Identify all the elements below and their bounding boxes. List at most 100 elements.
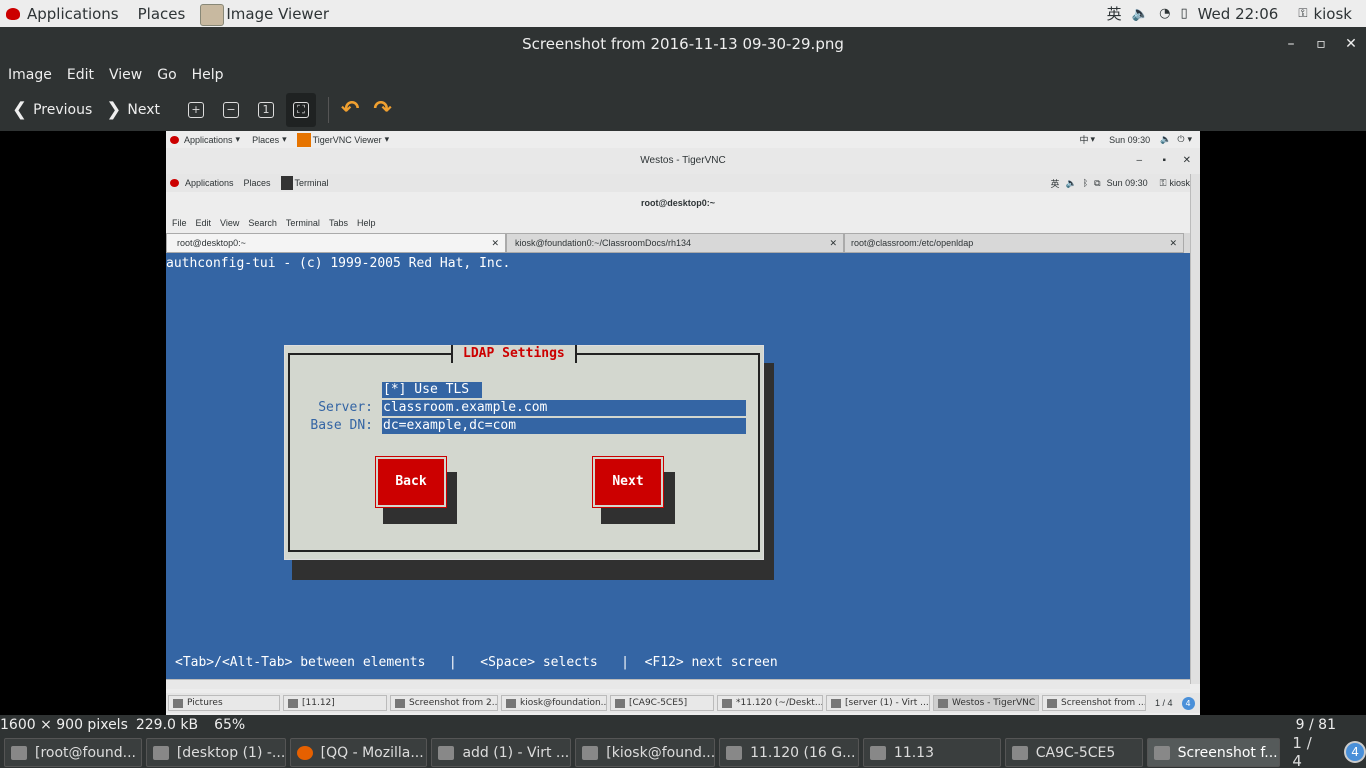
task-add-virt[interactable]: add (1) - Virt ... xyxy=(431,738,572,767)
remote-lang[interactable]: 英 xyxy=(1051,177,1060,190)
term-menu-edit[interactable]: Edit xyxy=(196,218,212,228)
places-menu[interactable]: Places xyxy=(138,0,186,27)
ldap-settings-dialog: LDAP Settings [*] Use TLS Server: classr… xyxy=(284,345,764,560)
term-menu-help[interactable]: Help xyxy=(357,218,376,228)
remote-places[interactable]: Places xyxy=(244,178,271,188)
inner-task-pictures[interactable]: Pictures xyxy=(168,695,280,711)
terminal-scrollbar[interactable] xyxy=(1190,174,1200,684)
vnc-close-button[interactable]: ✕ xyxy=(1183,148,1191,174)
dialog-title: LDAP Settings xyxy=(451,345,577,363)
close-button[interactable]: ✕ xyxy=(1342,27,1360,62)
folder-icon xyxy=(869,745,886,760)
term-menu-file[interactable]: File xyxy=(172,218,187,228)
terminal-content[interactable]: authconfig-tui - (c) 1999-2005 Red Hat, … xyxy=(166,253,1190,679)
task-root-foundation[interactable]: [root@found... xyxy=(4,738,142,767)
toolbar: ❮ Previous ❯ Next + − 1 ⛶ ↶ ↷ xyxy=(0,88,1366,131)
rotate-left-button[interactable]: ↶ xyxy=(341,88,359,131)
vnc-titlebar[interactable]: Westos - TigerVNC – ▪ ✕ xyxy=(166,148,1200,174)
tab-close-icon[interactable]: ✕ xyxy=(829,238,837,249)
inner-workspace-badge[interactable]: 4 xyxy=(1181,696,1195,710)
term-menu-terminal[interactable]: Terminal xyxy=(286,218,320,228)
inner-clock[interactable]: Sun 09:30 xyxy=(1109,135,1150,145)
inner-task-ca9c[interactable]: [CA9C-5CE5] xyxy=(610,695,714,711)
user-menu[interactable]: ⚿ kiosk xyxy=(1298,0,1352,27)
menu-bar: Image Edit View Go Help xyxy=(0,62,1366,88)
inner-task-kiosk-foundation[interactable]: kiosk@foundation... xyxy=(501,695,607,711)
back-button[interactable]: Back xyxy=(375,456,447,508)
menu-go[interactable]: Go xyxy=(157,67,176,83)
previous-button[interactable]: ❮ Previous xyxy=(12,88,92,131)
window-titlebar[interactable]: Screenshot from 2016-11-13 09-30-29.png … xyxy=(0,27,1366,62)
remote-clock[interactable]: Sun 09:30 xyxy=(1107,178,1148,188)
applications-menu[interactable]: Applications xyxy=(6,0,119,27)
vnc-minimize-button[interactable]: – xyxy=(1136,148,1142,174)
inner-task-westos-vnc[interactable]: Westos - TigerVNC xyxy=(933,695,1039,711)
inner-task-screenshot-2[interactable]: Screenshot from 2... xyxy=(390,695,498,711)
clock[interactable]: Wed 22:06 xyxy=(1198,0,1279,27)
remote-app-label[interactable]: Terminal xyxy=(295,178,329,188)
menu-help[interactable]: Help xyxy=(192,67,224,83)
tab-root-classroom[interactable]: root@classroom:/etc/openldap ✕ xyxy=(844,233,1184,253)
zoom-out-button[interactable]: − xyxy=(222,88,239,131)
task-ca9c[interactable]: CA9C-5CE5 xyxy=(1004,738,1143,767)
next-button-dialog[interactable]: Next xyxy=(592,456,664,508)
input-method-indicator[interactable]: 英 xyxy=(1107,0,1122,27)
zoom-in-button[interactable]: + xyxy=(187,88,204,131)
vnc-maximize-button[interactable]: ▪ xyxy=(1162,148,1166,174)
use-tls-checkbox[interactable]: [*] Use TLS xyxy=(382,382,482,398)
inner-lang[interactable]: 中 xyxy=(1080,133,1089,146)
inner-workspace-indicator[interactable]: 1 / 4 xyxy=(1155,698,1173,708)
maximize-button[interactable]: ▫ xyxy=(1312,27,1330,62)
base-dn-field[interactable]: dc=example,dc=com xyxy=(382,418,746,434)
term-menu-tabs[interactable]: Tabs xyxy=(329,218,348,228)
tab-root-desktop[interactable]: root@desktop0:~ ✕ xyxy=(166,233,506,253)
tab-close-icon[interactable]: ✕ xyxy=(1169,238,1177,249)
inner-task-screenshot[interactable]: Screenshot from ... xyxy=(1042,695,1146,711)
task-qq-firefox[interactable]: [QQ - Mozilla... xyxy=(289,738,428,767)
inner-places[interactable]: Places xyxy=(252,135,279,145)
term-menu-search[interactable]: Search xyxy=(248,218,277,228)
task-screenshot-viewer[interactable]: Screenshot f... xyxy=(1146,738,1281,767)
remote-user[interactable]: kiosk xyxy=(1169,178,1190,188)
volume-icon[interactable]: 🔈 xyxy=(1132,0,1149,27)
displayed-image[interactable]: Applications ▾ Places ▾ TigerVNC Viewer ▾ 中… xyxy=(166,131,1200,715)
normal-size-button[interactable]: 1 xyxy=(257,88,274,131)
wifi-icon[interactable]: ◔ xyxy=(1159,0,1170,27)
remote-applications[interactable]: Applications xyxy=(185,178,234,188)
workspace-badge[interactable]: 4 xyxy=(1344,740,1366,763)
minimize-button[interactable]: – xyxy=(1282,27,1300,62)
app-menu[interactable]: Image Viewer xyxy=(200,0,329,27)
inner-power-icon: ⏻ xyxy=(1177,134,1185,144)
next-button[interactable]: ❯ Next xyxy=(106,88,160,131)
inner-applications[interactable]: Applications xyxy=(184,135,233,145)
zoom-level: 65% xyxy=(214,717,246,733)
tab-kiosk-foundation[interactable]: kiosk@foundation0:~/ClassroomDocs/rh134 ✕ xyxy=(506,233,844,253)
remote-top-panel: Applications Places Terminal 英 🔈 ᛒ ⧉ Sun… xyxy=(166,174,1190,192)
tab-close-icon[interactable]: ✕ xyxy=(491,238,499,249)
term-menu-view[interactable]: View xyxy=(220,218,239,228)
inner-task-1112[interactable]: [11.12] xyxy=(283,695,387,711)
inner-redhat-icon xyxy=(170,135,179,144)
rotate-right-button[interactable]: ↷ xyxy=(373,88,391,131)
best-fit-button[interactable]: ⛶ xyxy=(285,92,316,127)
workspace-indicator[interactable]: 1 / 4 xyxy=(1292,734,1326,768)
terminal-titlebar[interactable]: root@desktop0:~ xyxy=(166,192,1190,214)
menu-edit[interactable]: Edit xyxy=(67,67,94,83)
task-1113[interactable]: 11.13 xyxy=(862,738,1001,767)
task-desktop-virt[interactable]: [desktop (1) -... xyxy=(145,738,286,767)
menu-view[interactable]: View xyxy=(109,67,142,83)
battery-icon[interactable]: ▯ xyxy=(1180,0,1187,27)
inner-task-11120[interactable]: *11.120 (~/Deskt... xyxy=(717,695,823,711)
virt-manager-icon xyxy=(152,745,169,760)
remote-terminal-icon xyxy=(280,176,293,190)
inner-app-label[interactable]: TigerVNC Viewer xyxy=(313,135,382,145)
menu-image[interactable]: Image xyxy=(8,67,52,83)
server-field[interactable]: classroom.example.com xyxy=(382,400,746,416)
vnc-h-scrollbar[interactable] xyxy=(166,679,1190,689)
window-icon xyxy=(288,698,298,708)
inner-task-server-virt[interactable]: [server (1) - Virt ... xyxy=(826,695,930,711)
rotate-left-icon: ↶ xyxy=(340,97,360,122)
drive-icon xyxy=(1011,745,1028,760)
task-kiosk-foundation[interactable]: [kiosk@found... xyxy=(575,738,716,767)
task-11120-editor[interactable]: 11.120 (16 G... xyxy=(719,738,859,767)
